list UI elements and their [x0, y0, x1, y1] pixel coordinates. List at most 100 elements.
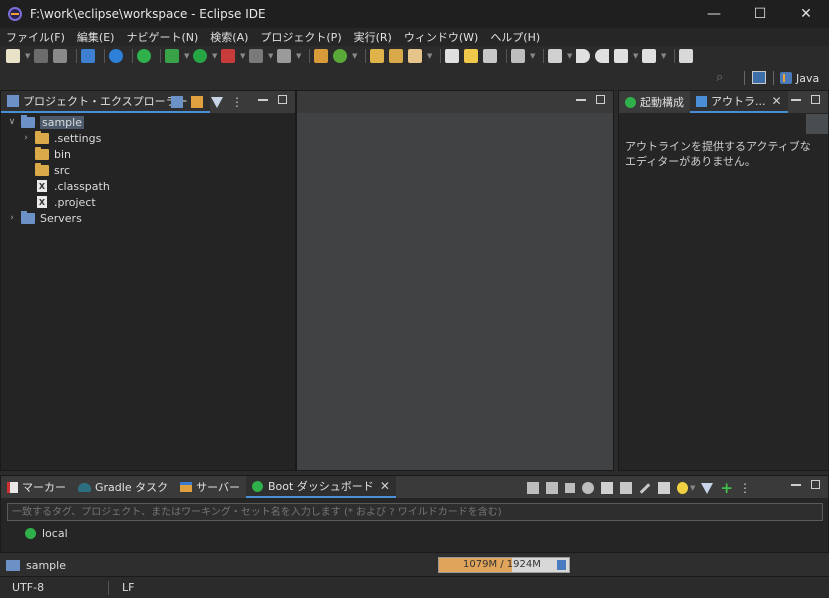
menu-edit[interactable]: 編集(E) — [71, 29, 121, 45]
minimize-icon[interactable] — [791, 98, 801, 101]
open-browser-icon[interactable] — [582, 482, 594, 494]
toggle-breadcrumb-icon[interactable] — [483, 49, 497, 63]
lightbulb-icon[interactable] — [677, 482, 688, 494]
filter-icon[interactable] — [701, 482, 714, 494]
stop-dropdown-icon[interactable]: ▼ — [268, 52, 274, 60]
maximize-button[interactable]: ☐ — [737, 0, 783, 28]
back-arrow-icon[interactable] — [576, 49, 590, 63]
minimize-button[interactable]: — — [691, 0, 737, 28]
tab-launch-config[interactable]: 起動構成 — [619, 91, 690, 113]
java-perspective-button[interactable]: Java — [780, 69, 819, 87]
brush-icon[interactable] — [408, 49, 422, 63]
boot-item-local[interactable]: local — [25, 527, 68, 540]
stop-icon[interactable] — [565, 483, 575, 493]
tree-item-src[interactable]: src — [35, 162, 70, 178]
encoding-label[interactable]: UTF-8 — [12, 581, 44, 594]
open-console-icon[interactable] — [679, 49, 693, 63]
external-tools-dropdown-icon[interactable]: ▼ — [296, 52, 302, 60]
close-icon[interactable]: ✕ — [772, 94, 782, 108]
pin-dropdown-icon[interactable]: ▼ — [567, 52, 573, 60]
menu-run[interactable]: 実行(R) — [348, 29, 398, 45]
boot-power-icon[interactable] — [137, 49, 151, 63]
terminal-icon[interactable] — [81, 49, 95, 63]
annotation-dropdown-icon[interactable]: ▼ — [530, 52, 536, 60]
tree-item-sample[interactable]: ∨ sample — [7, 114, 84, 130]
next-icon[interactable] — [642, 49, 656, 63]
new-icon[interactable] — [6, 49, 20, 63]
menu-window[interactable]: ウィンドウ(W) — [398, 29, 484, 45]
filter-icon[interactable] — [211, 96, 223, 108]
add-icon[interactable]: + — [720, 481, 733, 496]
tree-item-bin[interactable]: bin — [35, 146, 71, 162]
debug-icon[interactable] — [165, 49, 179, 63]
next-dropdown-icon[interactable]: ▼ — [661, 52, 667, 60]
annotation-icon[interactable] — [511, 49, 525, 63]
forward-arrow-icon[interactable] — [595, 49, 609, 63]
tab-outline[interactable]: アウトラ... ✕ — [690, 91, 788, 113]
chevron-right-icon[interactable]: › — [21, 133, 31, 143]
save-icon[interactable] — [34, 49, 48, 63]
link-with-editor-icon[interactable] — [191, 96, 203, 108]
menu-help[interactable]: ヘルプ(H) — [484, 29, 546, 45]
mark-occurrences-icon[interactable] — [445, 49, 459, 63]
heap-status[interactable]: 1079M / 1924M — [438, 557, 570, 573]
new-dropdown-icon[interactable]: ▼ — [25, 52, 31, 60]
refresh-dropdown-icon[interactable]: ▼ — [352, 52, 358, 60]
tree-item-classpath[interactable]: X .classpath — [35, 178, 110, 194]
minimize-icon[interactable] — [576, 98, 586, 101]
outline-scrollbar[interactable] — [806, 114, 828, 134]
edit-icon[interactable] — [639, 482, 651, 494]
debug-dropdown-icon[interactable]: ▼ — [184, 52, 190, 60]
close-button[interactable]: ✕ — [783, 0, 829, 28]
search-icon[interactable]: ⌕ — [716, 70, 730, 85]
previous-dropdown-icon[interactable]: ▼ — [633, 52, 639, 60]
maximize-icon[interactable] — [596, 95, 605, 104]
coverage-icon[interactable] — [221, 49, 235, 63]
properties-icon[interactable] — [658, 482, 670, 494]
debug-icon[interactable] — [546, 482, 558, 494]
minimize-icon[interactable] — [791, 483, 801, 486]
view-menu-icon[interactable]: ⋮ — [739, 481, 751, 495]
tree-item-project[interactable]: X .project — [35, 194, 96, 210]
new-class-icon[interactable] — [314, 49, 328, 63]
console-icon[interactable] — [601, 482, 613, 494]
menu-navigate[interactable]: ナビゲート(N) — [120, 29, 204, 45]
previous-icon[interactable] — [614, 49, 628, 63]
tab-boot-dashboard[interactable]: Boot ダッシュボード ✕ — [245, 476, 396, 498]
menu-file[interactable]: ファイル(F) — [0, 29, 71, 45]
open-folder-icon[interactable] — [370, 49, 384, 63]
stop-icon[interactable] — [249, 49, 263, 63]
filter-input[interactable] — [7, 503, 823, 521]
coverage-dropdown-icon[interactable]: ▼ — [240, 52, 246, 60]
garbage-collect-icon[interactable] — [557, 560, 566, 570]
highlight-icon[interactable] — [464, 49, 478, 63]
view-menu-icon[interactable]: ⋮ — [231, 95, 243, 109]
lightbulb-dropdown-icon[interactable]: ▼ — [690, 484, 695, 492]
menu-project[interactable]: プロジェクト(P) — [254, 29, 347, 45]
menu-search[interactable]: 検索(A) — [204, 29, 254, 45]
maximize-icon[interactable] — [278, 95, 287, 104]
tree-item-servers[interactable]: › Servers — [7, 210, 82, 226]
save-all-icon[interactable] — [53, 49, 67, 63]
maximize-icon[interactable] — [811, 95, 820, 104]
link-icon[interactable] — [620, 482, 632, 494]
refresh-icon[interactable] — [333, 49, 347, 63]
brush-dropdown-icon[interactable]: ▼ — [427, 52, 433, 60]
open-type-icon[interactable] — [389, 49, 403, 63]
maximize-icon[interactable] — [811, 480, 820, 489]
external-tools-icon[interactable] — [277, 49, 291, 63]
run-dropdown-icon[interactable]: ▼ — [212, 52, 218, 60]
open-perspective-icon[interactable] — [752, 71, 766, 84]
line-delimiter-label[interactable]: LF — [122, 581, 134, 594]
chevron-right-icon[interactable]: › — [7, 213, 17, 223]
tab-gradle-tasks[interactable]: Gradle タスク — [72, 476, 174, 498]
run-icon[interactable] — [193, 49, 207, 63]
minimize-icon[interactable] — [258, 98, 268, 101]
pin-icon[interactable] — [548, 49, 562, 63]
tab-servers[interactable]: サーバー — [174, 476, 246, 498]
close-icon[interactable]: ✕ — [380, 479, 390, 493]
tree-item-settings[interactable]: › .settings — [21, 130, 101, 146]
settings-gear-icon[interactable] — [109, 49, 123, 63]
tab-markers[interactable]: マーカー — [1, 476, 72, 498]
chevron-down-icon[interactable]: ∨ — [7, 117, 17, 127]
